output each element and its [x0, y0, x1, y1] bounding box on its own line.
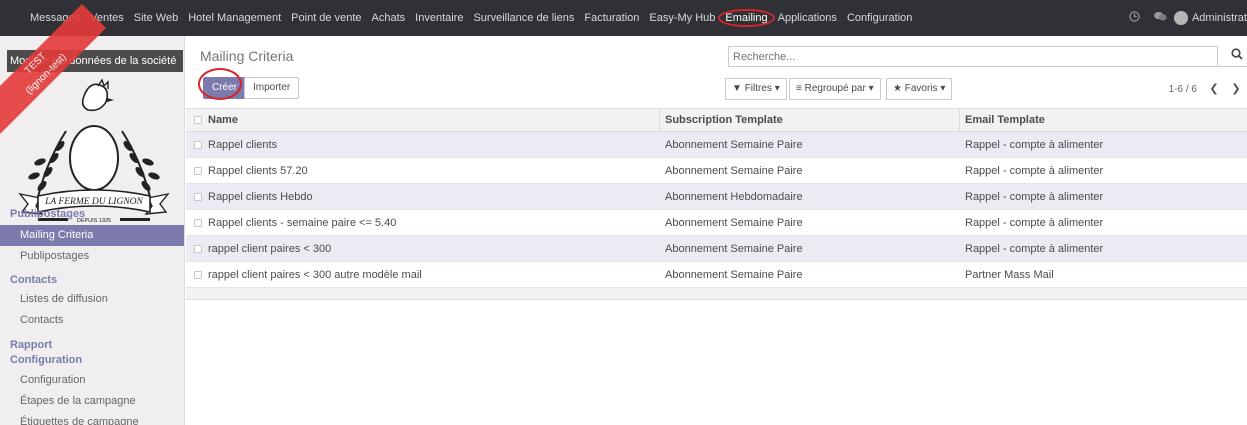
user-name: Administrat — [1191, 12, 1247, 24]
column-divider — [959, 109, 960, 131]
cell-email-template: Rappel - compte à alimenter — [965, 216, 1104, 229]
sidebar-item-contacts[interactable]: Contacts — [0, 310, 184, 331]
row-checkbox[interactable] — [194, 244, 202, 253]
sidebar-item-etiquettes-campagne[interactable]: Étiquettes de campagne — [0, 412, 184, 425]
menu-surveillance-de-liens[interactable]: Surveillance de liens — [468, 0, 579, 36]
groupby-button[interactable]: ≡ Regroupé par ▾ — [789, 78, 881, 100]
annotation-circle — [718, 9, 775, 27]
table-header: Name Subscription Template Email Templat… — [186, 108, 1247, 132]
table-row[interactable]: Rappel clients 57.20 Abonnement Semaine … — [186, 158, 1247, 184]
sidebar-item-publipostages[interactable]: Publipostages — [0, 246, 184, 267]
table-row[interactable]: Rappel clients Abonnement Semaine Paire … — [186, 132, 1247, 158]
groupby-label: Regroupé par — [804, 83, 866, 94]
chevron-right-icon[interactable]: ❯ — [1225, 78, 1247, 100]
column-name[interactable]: Name — [208, 109, 238, 131]
cell-name: Rappel clients — [208, 138, 278, 151]
section-contacts: Contacts — [10, 274, 58, 286]
table-row[interactable]: rappel client paires < 300 autre modèle … — [186, 262, 1247, 288]
star-icon: ★ — [893, 83, 902, 94]
menu-facturation[interactable]: Facturation — [579, 0, 644, 36]
app-menu: Messages Ventes Site Web Hotel Managemen… — [25, 0, 917, 36]
filter-icon: ▼ — [732, 83, 742, 94]
select-all-checkbox[interactable] — [194, 116, 202, 124]
top-navbar: Messages Ventes Site Web Hotel Managemen… — [0, 0, 1247, 36]
table-row[interactable]: Rappel clients Hebdo Abonnement Hebdomad… — [186, 184, 1247, 210]
cell-name: Rappel clients Hebdo — [208, 190, 313, 203]
cell-email-template: Rappel - compte à alimenter — [965, 138, 1104, 151]
caret-down-icon: ▾ — [940, 83, 946, 94]
cell-email-template: Rappel - compte à alimenter — [965, 190, 1104, 203]
row-checkbox[interactable] — [194, 166, 202, 175]
cell-name: Rappel clients - semaine paire <= 5.40 — [208, 216, 397, 229]
menu-achats[interactable]: Achats — [367, 0, 411, 36]
menu-emailing[interactable]: Emailing — [718, 0, 775, 36]
list-view-table: Name Subscription Template Email Templat… — [186, 108, 1247, 300]
filters-button[interactable]: ▼ Filtres ▾ — [725, 78, 787, 100]
chat-icon[interactable] — [1154, 11, 1167, 25]
search-icon[interactable] — [1231, 48, 1243, 63]
row-checkbox[interactable] — [194, 218, 202, 227]
import-button[interactable]: Importer — [244, 77, 300, 99]
favorites-label: Favoris — [904, 83, 938, 94]
table-row[interactable]: Rappel clients - semaine paire <= 5.40 A… — [186, 210, 1247, 236]
search-bar — [728, 46, 1247, 67]
row-checkbox[interactable] — [194, 270, 202, 279]
table-footer — [186, 288, 1247, 300]
column-subscription-template[interactable]: Subscription Template — [665, 109, 783, 131]
table-row[interactable]: rappel client paires < 300 Abonnement Se… — [186, 236, 1247, 262]
cell-subscription-template: Abonnement Semaine Paire — [665, 268, 803, 281]
clock-icon[interactable] — [1129, 11, 1140, 25]
avatar — [1173, 11, 1188, 25]
cell-subscription-template: Abonnement Semaine Paire — [665, 242, 803, 255]
section-configuration: Configuration — [10, 354, 83, 366]
cell-subscription-template: Abonnement Hebdomadaire — [665, 190, 803, 203]
sidebar-item-mailing-criteria[interactable]: Mailing Criteria — [0, 225, 184, 246]
column-divider — [659, 109, 660, 131]
cell-email-template: Rappel - compte à alimenter — [965, 164, 1104, 177]
company-logo: LA FERME DU LIGNON DEPUIS 1925 — [18, 78, 170, 224]
filters-label: Filtres — [744, 83, 772, 94]
sidebar-item-configuration[interactable]: Configuration — [0, 370, 184, 391]
row-checkbox[interactable] — [194, 192, 202, 201]
cell-email-template: Rappel - compte à alimenter — [965, 242, 1104, 255]
menu-hotel-management[interactable]: Hotel Management — [183, 0, 286, 36]
user-menu[interactable]: Administrat — [1173, 11, 1247, 25]
search-input[interactable] — [728, 46, 1218, 66]
menu-point-de-vente[interactable]: Point de vente — [286, 0, 366, 36]
menu-inventaire[interactable]: Inventaire — [410, 0, 468, 36]
menu-applications[interactable]: Applications — [773, 0, 842, 36]
menu-easy-my-hub[interactable]: Easy-My Hub — [644, 0, 720, 36]
column-email-template[interactable]: Email Template — [965, 109, 1045, 131]
logo-text: LA FERME DU LIGNON — [44, 197, 143, 207]
cell-name: rappel client paires < 300 — [208, 242, 332, 255]
menu-configuration[interactable]: Configuration — [842, 0, 917, 36]
chevron-left-icon[interactable]: ❮ — [1203, 78, 1225, 100]
section-publipostages: Publipostages — [10, 208, 86, 220]
caret-down-icon: ▾ — [774, 83, 780, 94]
cell-subscription-template: Abonnement Semaine Paire — [665, 138, 803, 151]
cell-subscription-template: Abonnement Semaine Paire — [665, 216, 803, 229]
favorites-button[interactable]: ★ Favoris ▾ — [886, 78, 953, 100]
menu-site-web[interactable]: Site Web — [129, 0, 183, 36]
annotation-circle — [198, 68, 242, 100]
caret-down-icon: ▾ — [868, 83, 874, 94]
row-checkbox[interactable] — [194, 140, 202, 149]
sidebar-item-listes-de-diffusion[interactable]: Listes de diffusion — [0, 289, 184, 310]
cell-name: rappel client paires < 300 autre modèle … — [208, 268, 422, 281]
cell-email-template: Partner Mass Mail — [965, 268, 1054, 281]
pager-value[interactable]: 1-6 / 6 — [1169, 84, 1197, 95]
cell-subscription-template: Abonnement Semaine Paire — [665, 164, 803, 177]
list-icon: ≡ — [796, 83, 802, 94]
systray: Administrat — [1122, 0, 1247, 36]
page-title: Mailing Criteria — [200, 48, 294, 64]
pager: 1-6 / 6 ❮ ❯ — [1169, 78, 1247, 100]
cell-name: Rappel clients 57.20 — [208, 164, 308, 177]
section-rapport[interactable]: Rapport — [10, 339, 52, 351]
sidebar-item-etapes-campagne[interactable]: Étapes de la campagne — [0, 391, 184, 412]
